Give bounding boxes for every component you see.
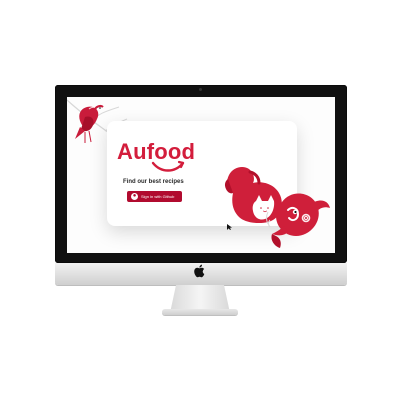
imac-mockup: Aufood Find our best recipes ● Sign in w… [0,0,400,400]
fish-illustration [266,193,330,248]
monitor-base [162,309,238,315]
github-icon: ● [131,193,138,200]
tagline: Find our best recipes [123,179,184,185]
apple-logo-svg [194,264,205,278]
mouse-cursor-icon [227,224,232,230]
monitor-screen: Aufood Find our best recipes ● Sign in w… [67,97,335,253]
apple-logo-icon [194,264,206,278]
camera-dot [199,88,202,91]
signin-button-label: Sign in with Github [141,194,175,199]
signin-github-button[interactable]: ● Sign in with Github [127,191,182,202]
smile-icon [151,160,185,172]
